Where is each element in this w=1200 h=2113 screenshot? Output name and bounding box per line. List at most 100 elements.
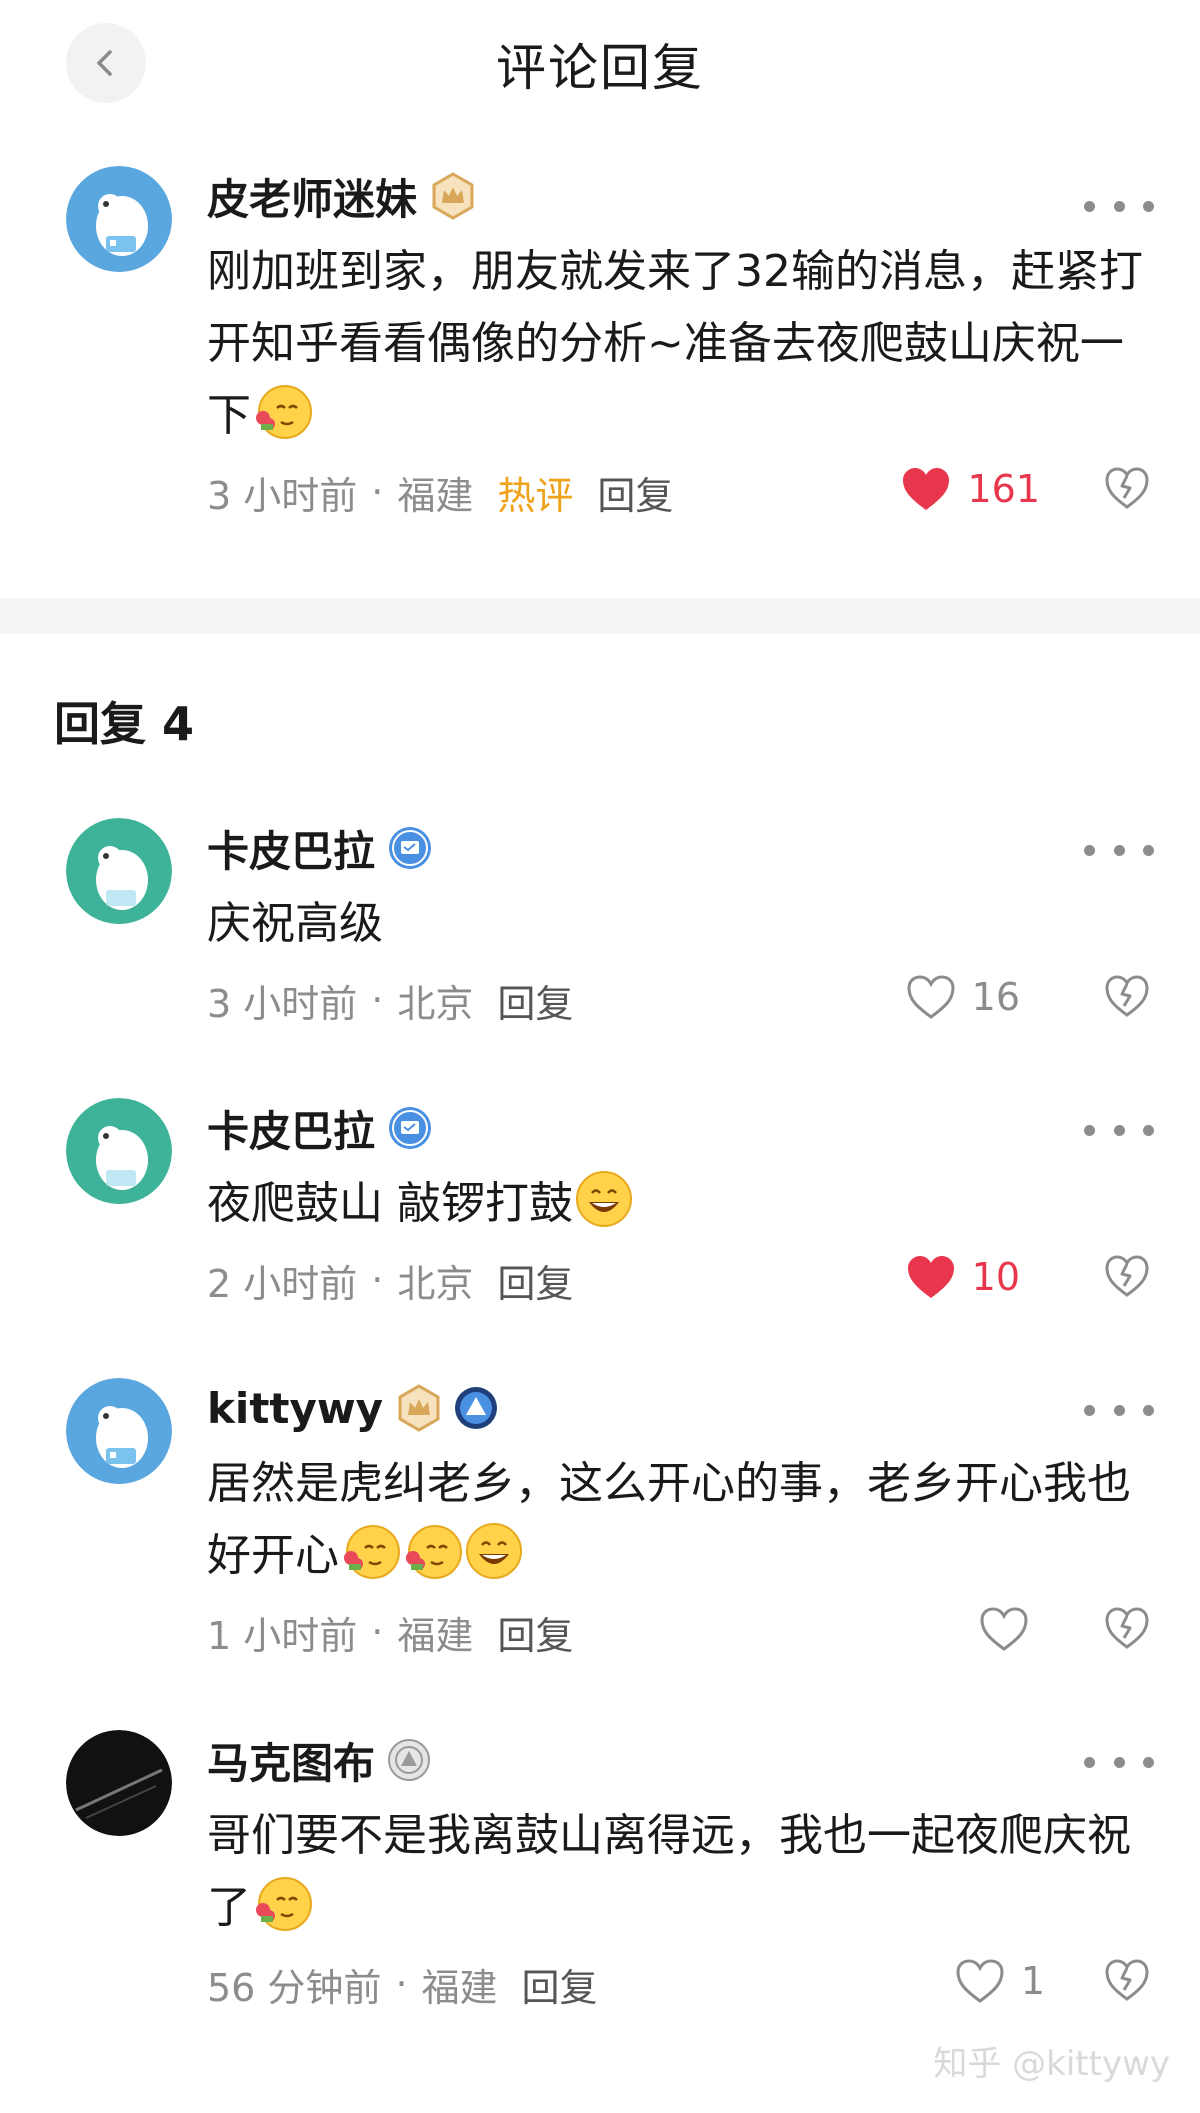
flower-smile-emoji: [344, 1525, 400, 1579]
comment-meta: 1 小时前 · 福建 回复: [207, 1602, 1150, 1662]
like-button[interactable]: 161: [901, 466, 1040, 512]
username[interactable]: 卡皮巴拉: [207, 818, 375, 879]
comment-text: 夜爬鼓山 敲锣打鼓: [207, 1168, 1150, 1240]
more-options-button[interactable]: [1084, 1744, 1154, 1780]
comment-meta: 2 小时前 · 北京 回复 10: [207, 1250, 1150, 1310]
meta-separator: ·: [395, 1962, 408, 2006]
name-row: 马克图布: [207, 1730, 1150, 1790]
like-button[interactable]: 16: [906, 974, 1020, 1020]
more-options-button[interactable]: [1084, 1112, 1154, 1148]
reply-item: 卡皮巴拉 庆祝高级 3 小时前 · 北京 回复 16: [0, 808, 1200, 1058]
broken-heart-icon: [1105, 467, 1149, 509]
verified-message-badge-icon: [387, 1105, 433, 1151]
broken-heart-icon: [1105, 975, 1149, 1017]
main-comment: 皮老师迷妹 刚加班到家，朋友就发来了32输的消息，赶紧打开知乎看看偶像的分析~准…: [0, 150, 1200, 570]
comment-text: 哥们要不是我离鼓山离得远，我也一起夜爬庆祝了: [207, 1800, 1150, 1944]
like-count: 16: [971, 975, 1020, 1019]
heart-outline-icon: [956, 1959, 1004, 2003]
avatar[interactable]: [66, 166, 172, 272]
heart-filled-icon: [903, 468, 950, 510]
comment-text-body: 夜爬鼓山 敲锣打鼓: [207, 1178, 573, 1229]
timestamp: 1 小时前: [207, 1613, 358, 1658]
crown-badge-icon: [429, 172, 477, 220]
location: 北京: [397, 1261, 474, 1306]
comment-text-body: 哥们要不是我离鼓山离得远，我也一起夜爬庆祝了: [207, 1810, 1131, 1933]
like-button[interactable]: 1: [955, 1958, 1045, 2004]
grin-emoji: [466, 1523, 522, 1579]
timestamp: 3 小时前: [207, 981, 358, 1026]
like-count: 10: [971, 1255, 1020, 1299]
name-row: 卡皮巴拉: [207, 1098, 1150, 1158]
comment-meta: 3 小时前 · 福建 热评 回复 161: [207, 462, 1150, 522]
comment-meta: 56 分钟前 · 福建 回复 1: [207, 1954, 1150, 2014]
username[interactable]: 卡皮巴拉: [207, 1098, 375, 1159]
crown-badge-icon: [395, 1384, 443, 1432]
reply-item: 卡皮巴拉 夜爬鼓山 敲锣打鼓 2 小时前 · 北京 回复 10: [0, 1088, 1200, 1338]
hot-comment-tag: 热评: [497, 473, 574, 518]
meta-separator: ·: [371, 1610, 384, 1654]
section-divider: [0, 598, 1200, 634]
broken-heart-icon: [1105, 1255, 1149, 1297]
meta-separator: ·: [371, 1258, 384, 1302]
username[interactable]: 马克图布: [207, 1730, 375, 1791]
comment-meta: 3 小时前 · 北京 回复 16: [207, 970, 1150, 1030]
more-options-button[interactable]: [1084, 188, 1154, 224]
triangle-badge-icon: [453, 1385, 499, 1431]
name-row: kittywy: [207, 1378, 1150, 1438]
dislike-button[interactable]: [1104, 466, 1150, 519]
avatar[interactable]: [66, 1098, 172, 1204]
avatar[interactable]: [66, 818, 172, 924]
page-title: 评论回复: [496, 39, 704, 97]
like-button[interactable]: [979, 1606, 1045, 1652]
username[interactable]: 皮老师迷妹: [207, 166, 417, 227]
comment-reply-page: 评论回复 皮老师迷妹 刚加班到家，朋友就发来了32输的消息，赶紧打开知乎看看偶像…: [0, 0, 1200, 2113]
dislike-button[interactable]: [1104, 1958, 1150, 2011]
dislike-button[interactable]: [1104, 1606, 1150, 1659]
reply-button[interactable]: 回复: [597, 465, 673, 520]
comment-text-body: 庆祝高级: [207, 898, 383, 949]
timestamp: 56 分钟前: [207, 1965, 382, 2010]
timestamp: 3 小时前: [207, 473, 358, 518]
more-options-button[interactable]: [1084, 832, 1154, 868]
location: 福建: [397, 1613, 474, 1658]
reply-button[interactable]: 回复: [497, 973, 573, 1028]
heart-outline-icon: [907, 975, 955, 1019]
meta-separator: ·: [371, 978, 384, 1022]
location: 北京: [397, 981, 474, 1026]
dislike-button[interactable]: [1104, 974, 1150, 1027]
grin-emoji: [576, 1171, 632, 1227]
comment-text: 庆祝高级: [207, 888, 1150, 960]
username[interactable]: kittywy: [207, 1384, 383, 1433]
reply-button[interactable]: 回复: [497, 1605, 573, 1660]
comment-text-body: 刚加班到家，朋友就发来了32输的消息，赶紧打开知乎看看偶像的分析~准备去夜爬鼓山…: [207, 246, 1143, 441]
avatar[interactable]: [66, 1378, 172, 1484]
replies-header: 回复 4: [54, 697, 195, 751]
watermark: 知乎 @kittywy: [933, 2044, 1170, 2084]
comment-text: 居然是虎纠老乡，这么开心的事，老乡开心我也好开心: [207, 1448, 1150, 1592]
like-count: 1: [1020, 1959, 1045, 2003]
heart-filled-icon: [907, 1256, 954, 1298]
name-row: 皮老师迷妹: [207, 166, 1150, 226]
header: 评论回复: [0, 0, 1200, 128]
reply-item: 马克图布 哥们要不是我离鼓山离得远，我也一起夜爬庆祝了 56 分钟前 · 福建 …: [0, 1720, 1200, 2050]
flower-smile-emoji: [406, 1525, 462, 1579]
dislike-button[interactable]: [1104, 1254, 1150, 1307]
like-count: 161: [967, 467, 1040, 511]
meta-separator: ·: [371, 470, 384, 514]
heart-outline-icon: [980, 1607, 1028, 1651]
flower-smile-emoji: [256, 385, 312, 439]
name-row: 卡皮巴拉: [207, 818, 1150, 878]
reply-item: kittywy 居然是虎纠老乡，这么开心的事，老乡开心我也好开心 1 小时前 ·…: [0, 1368, 1200, 1698]
reply-button[interactable]: 回复: [497, 1253, 573, 1308]
reply-button[interactable]: 回复: [522, 1957, 598, 2012]
more-options-button[interactable]: [1084, 1392, 1154, 1428]
avatar[interactable]: [66, 1730, 172, 1836]
verified-message-badge-icon: [387, 825, 433, 871]
location: 福建: [421, 1965, 498, 2010]
like-button[interactable]: 10: [906, 1254, 1020, 1300]
comment-text: 刚加班到家，朋友就发来了32输的消息，赶紧打开知乎看看偶像的分析~准备去夜爬鼓山…: [207, 236, 1150, 452]
grey-seal-badge-icon: [387, 1738, 431, 1782]
broken-heart-icon: [1105, 1607, 1149, 1649]
timestamp: 2 小时前: [207, 1261, 358, 1306]
location: 福建: [397, 473, 474, 518]
